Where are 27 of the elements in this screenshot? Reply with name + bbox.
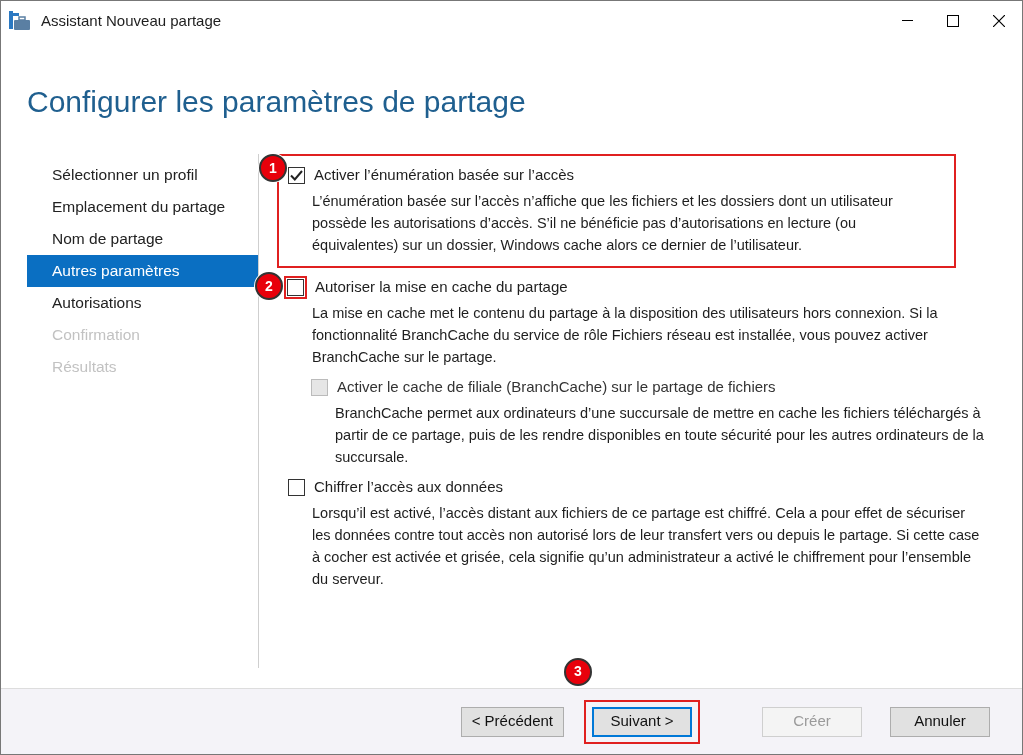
option-description: La mise en cache met le contenu du partage à la disposition des utilisateurs hors connexion. Si la fonctionnalité BranchCache du service de rôle Fichiers réseau est installée, vous pouvez activer BranchCache sur le partage.	[312, 304, 939, 367]
checkbox[interactable]	[288, 166, 305, 184]
sidebar-item[interactable]: Sélectionner un profil	[27, 159, 258, 191]
checkbox-label: Chiffrer l’accès aux données	[314, 476, 503, 497]
step-marker: 1	[259, 154, 287, 182]
sidebar-item[interactable]: Autres paramètres	[27, 255, 258, 287]
app-icon	[9, 11, 31, 31]
sidebar-item[interactable]: Autorisations	[27, 287, 258, 319]
checkbox[interactable]	[288, 478, 305, 496]
sidebar-item[interactable]: Nom de partage	[27, 223, 258, 255]
page-heading: Configurer les paramètres de partage	[27, 84, 527, 120]
option-description: BranchCache permet aux ordinateurs d’une succursale de mettre en cache les fichiers téléchargés à partir de ce partage, puis de les rendre disponibles en toute sécurité pour les autres ordinateurs de la succursale.	[335, 404, 985, 467]
maximize-icon[interactable]	[947, 15, 959, 27]
option-description: L’énumération basée sur l’accès n’affiche que les fichiers et les dossiers dont un utilisateur possède les autorisations d’accès. S’il ne bénéficie pas d’autorisations en lecture (ou équivalentes) sur un dossier, Windows cache alors ce dernier de l’utilisateur.	[312, 192, 894, 255]
step-marker: 3	[564, 657, 592, 686]
checkbox-label: Activer l’énumération basée sur l’accès	[314, 164, 575, 185]
checkbox-label: Autoriser la mise en cache du partage	[315, 276, 568, 297]
window-title: Assistant Nouveau partage	[41, 10, 222, 31]
sidebar-item[interactable]: Emplacement du partage	[27, 191, 258, 223]
option-description: Lorsqu’il est activé, l’accès distant aux fichiers de ce partage est chiffré. Cela a pour effet de sécuriser les données contre tout accès non autorisé lors de leur transfert vers ou depuis le partage. Si cette case à cocher est activée et grisée, cela signifie qu’un administrateur a activé le chiffrement pour l’ensemble du serveur.	[312, 504, 981, 589]
checkbox-label: Activer le cache de filiale (BranchCache) sur le partage de fichiers	[337, 376, 776, 397]
step-marker: 2	[255, 272, 283, 300]
close-icon[interactable]	[993, 15, 1005, 27]
wizard-button[interactable]: Suivant >	[592, 706, 692, 737]
minimize-icon[interactable]	[901, 20, 913, 22]
wizard-button[interactable]: < Précédent	[460, 706, 564, 737]
wizard-button[interactable]: Annuler	[890, 706, 990, 737]
